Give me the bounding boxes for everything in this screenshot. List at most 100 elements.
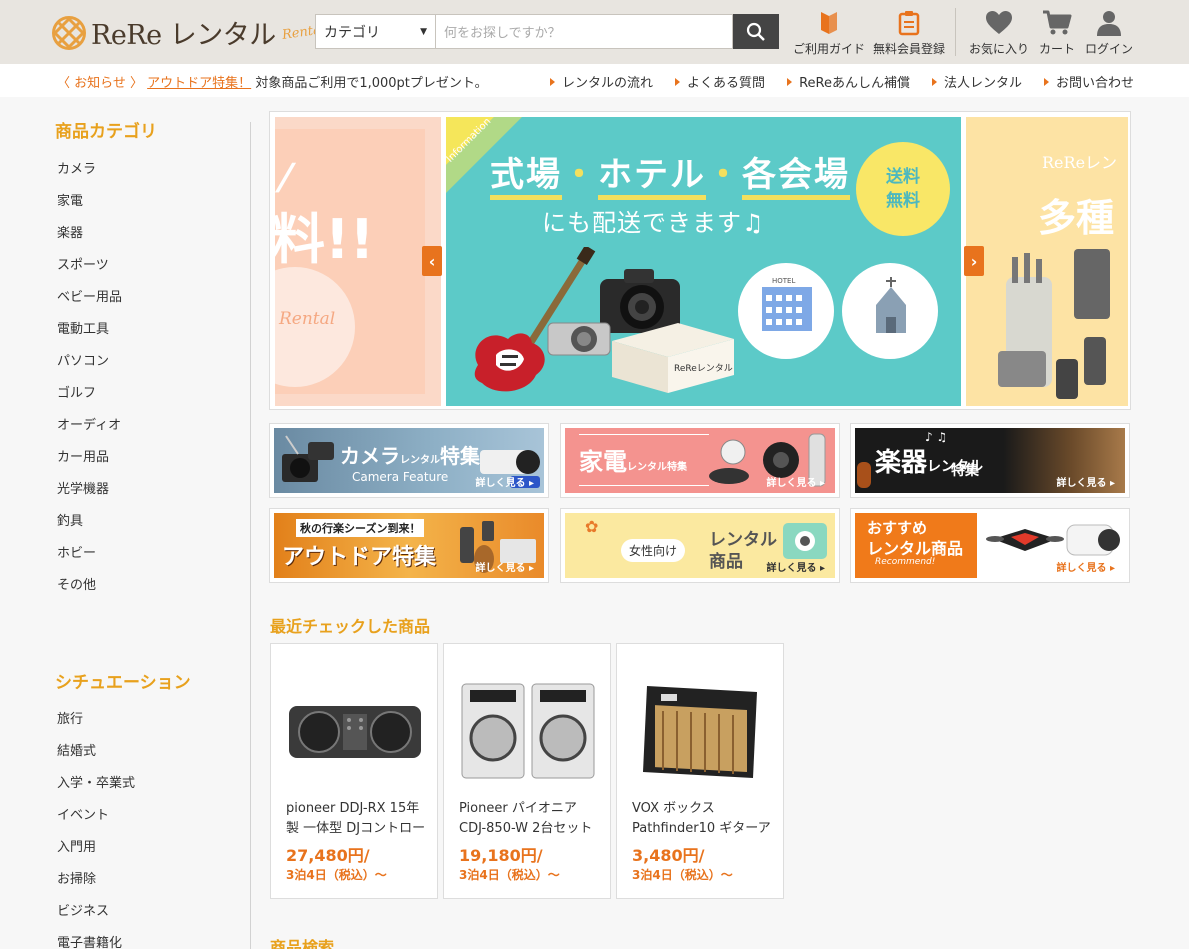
badge-text-1: 送料 xyxy=(886,167,920,187)
login-link[interactable]: ログイン xyxy=(1085,10,1133,57)
register-label: 無料会員登録 xyxy=(873,42,946,56)
music-notes-deco: ♪ ♫ xyxy=(925,430,948,444)
chevron-down-icon: ▼ xyxy=(420,26,427,37)
sidebar-item-event[interactable]: イベント xyxy=(57,808,135,840)
recent-heading: 最近チェックした商品 xyxy=(270,617,431,636)
sidebar-item-fishing[interactable]: 釣具 xyxy=(57,514,122,546)
sidebar-item-cleaning[interactable]: お掃除 xyxy=(57,872,135,904)
notice-label: 〈 お知らせ 〉 xyxy=(57,76,144,91)
sidebar-divider xyxy=(250,122,251,949)
hotel-label: HOTEL xyxy=(772,277,796,285)
sidebar-item-baby[interactable]: ベビー用品 xyxy=(57,290,122,322)
carousel-next-button[interactable]: › xyxy=(964,246,984,276)
product-name[interactable]: VOX ボックス Pathfinder10 ギターア xyxy=(632,799,774,839)
sidebar-item-golf[interactable]: ゴルフ xyxy=(57,386,122,418)
banner-title-2: ホテル xyxy=(598,155,706,200)
dj-controller-image xyxy=(289,706,421,758)
tile-appliance-more: 詳しく見る ▸ xyxy=(766,478,825,489)
product-price: 27,480円/ xyxy=(286,846,370,865)
category-list: カメラ 家電 楽器 スポーツ ベビー用品 電動工具 パソコン ゴルフ オーディオ… xyxy=(57,162,122,610)
banner-left-script: Rental xyxy=(279,309,336,329)
chevron-left-icon: ‹ xyxy=(428,251,436,271)
link-corporate[interactable]: 法人レンタル xyxy=(932,72,1022,91)
banner-slide-next[interactable]: ReReレン 多種 xyxy=(966,117,1128,406)
search-input[interactable]: 何をお探しですか？ xyxy=(435,14,733,49)
search-placeholder: 何をお探しですか？ xyxy=(444,26,561,41)
search-icon xyxy=(746,22,765,41)
tile-outdoor-more: 詳しく見る ▸ xyxy=(475,563,534,574)
tile-instrument-title: 楽器 xyxy=(875,448,928,478)
sidebar-item-audio[interactable]: オーディオ xyxy=(57,418,122,450)
category-heading: 商品カテゴリ xyxy=(55,122,157,142)
site-logo[interactable]: ReRe レンタル Rental xyxy=(52,13,326,52)
user-icon xyxy=(1097,11,1121,36)
feature-tile-appliance[interactable]: 家電レンタル特集 詳しく見る ▸ xyxy=(560,423,840,498)
sidebar-item-ceremony[interactable]: 入学・卒業式 xyxy=(57,776,135,808)
sidebar-item-pc[interactable]: パソコン xyxy=(57,354,122,386)
tile-women-small: 女性向け xyxy=(621,539,686,562)
sidebar-item-ebook[interactable]: 電子書籍化 xyxy=(57,936,135,949)
favorites-link[interactable]: お気に入り xyxy=(969,10,1029,57)
tile-recommend-more: 詳しく見る ▸ xyxy=(1056,563,1115,574)
sidebar-item-wedding[interactable]: 結婚式 xyxy=(57,744,135,776)
feature-tile-recommend[interactable]: おすすめ レンタル商品 Recommend! 詳しく見る ▸ xyxy=(850,508,1130,583)
tile-women-more: 詳しく見る ▸ xyxy=(766,563,825,574)
product-card[interactable]: VOX ボックス Pathfinder10 ギターア 3,480円/ 3泊4日（… xyxy=(616,643,784,899)
notice-link[interactable]: アウトドア特集！ xyxy=(147,76,251,91)
link-insurance[interactable]: ReReあんしん補償 xyxy=(787,72,910,91)
sidebar-item-power-tools[interactable]: 電動工具 xyxy=(57,322,122,354)
banner-slide-prev[interactable]: / 料!! Rental xyxy=(275,117,441,406)
sidebar-item-beginner[interactable]: 入門用 xyxy=(57,840,135,872)
feature-tile-women[interactable]: ✿ 女性向け レンタル 商品 詳しく見る ▸ xyxy=(560,508,840,583)
sidebar-item-appliance[interactable]: 家電 xyxy=(57,194,122,226)
tile-outdoor-small: 秋の行楽シーズン到来！ xyxy=(296,519,425,537)
guide-icon xyxy=(821,12,837,34)
guide-link[interactable]: ご利用ガイド xyxy=(793,10,865,57)
product-price: 3,480円/ xyxy=(632,846,705,865)
link-rental-flow[interactable]: レンタルの流れ xyxy=(550,72,653,91)
sidebar-item-hobby[interactable]: ホビー xyxy=(57,546,122,578)
product-name[interactable]: Pioneer パイオニア CDJ-850-W 2台セット xyxy=(459,799,601,839)
sidebar-item-other[interactable]: その他 xyxy=(57,578,122,610)
product-name[interactable]: pioneer DDJ-RX 15年製 一体型 DJコントローラ xyxy=(286,799,428,839)
site-header: ReRe レンタル Rental カテゴリ ▼ 何をお探しですか？ ご利用ガイド xyxy=(0,0,1189,64)
product-term: 3泊4日（税込）～ xyxy=(286,868,387,882)
sidebar-item-car[interactable]: カー用品 xyxy=(57,450,122,482)
heart-icon xyxy=(986,11,1012,34)
logo-text: ReRe レンタル xyxy=(91,20,276,51)
sidebar-item-camera[interactable]: カメラ xyxy=(57,162,122,194)
feature-tile-camera[interactable]: カメラレンタル特集 Camera Feature 詳しく見る ▸ xyxy=(269,423,549,498)
sidebar-item-business[interactable]: ビジネス xyxy=(57,904,135,936)
banner-slide-main[interactable]: Information 式場・ホテル・各会場 にも配送できます♫ 送料 無料 R… xyxy=(446,117,961,406)
situation-list: 旅行 結婚式 入学・卒業式 イベント 入門用 お掃除 ビジネス 電子書籍化 xyxy=(57,712,135,949)
banner-title-1: 式場 xyxy=(490,155,562,200)
sidebar-item-sports[interactable]: スポーツ xyxy=(57,258,122,290)
tile-camera-more: 詳しく見る ▸ xyxy=(475,478,534,489)
sidebar-item-travel[interactable]: 旅行 xyxy=(57,712,135,744)
feature-tile-instrument[interactable]: 楽器レンタル 特集 ♪ ♫ 詳しく見る ▸ xyxy=(850,423,1130,498)
banner-subtitle: にも配送できます♫ xyxy=(542,209,765,237)
feature-tile-outdoor[interactable]: 秋の行楽シーズン到来！ アウトドア特集 詳しく見る ▸ xyxy=(269,508,549,583)
tile-instrument-title2: 特集 xyxy=(951,463,979,479)
sidebar-item-optical[interactable]: 光学機器 xyxy=(57,482,122,514)
tile-appliance-title: 家電 xyxy=(579,448,627,476)
guitar-amp-image xyxy=(643,686,757,778)
product-card[interactable]: Pioneer パイオニア CDJ-850-W 2台セット 19,180円/ 3… xyxy=(443,643,611,899)
tile-recommend-sub: Recommend! xyxy=(875,557,936,567)
golf-bag-illustration xyxy=(998,249,1110,399)
header-divider xyxy=(955,8,956,56)
category-select[interactable]: カテゴリ ▼ xyxy=(315,14,435,49)
tile-recommend-title2: レンタル商品 xyxy=(867,539,964,558)
product-card[interactable]: pioneer DDJ-RX 15年製 一体型 DJコントローラ 27,480円… xyxy=(270,643,438,899)
carousel-prev-button[interactable]: ‹ xyxy=(422,246,442,276)
register-link[interactable]: 無料会員登録 xyxy=(873,10,945,57)
tile-instrument-more: 詳しく見る ▸ xyxy=(1056,478,1115,489)
sidebar-item-instrument[interactable]: 楽器 xyxy=(57,226,122,258)
product-term: 3泊4日（税込）～ xyxy=(632,868,733,882)
search-button[interactable] xyxy=(733,14,779,49)
login-label: ログイン xyxy=(1085,42,1134,56)
cart-link[interactable]: カート xyxy=(1039,10,1075,57)
link-faq[interactable]: よくある質問 xyxy=(675,72,765,91)
link-contact[interactable]: お問い合わせ xyxy=(1044,72,1134,91)
category-select-label: カテゴリ xyxy=(324,24,380,41)
